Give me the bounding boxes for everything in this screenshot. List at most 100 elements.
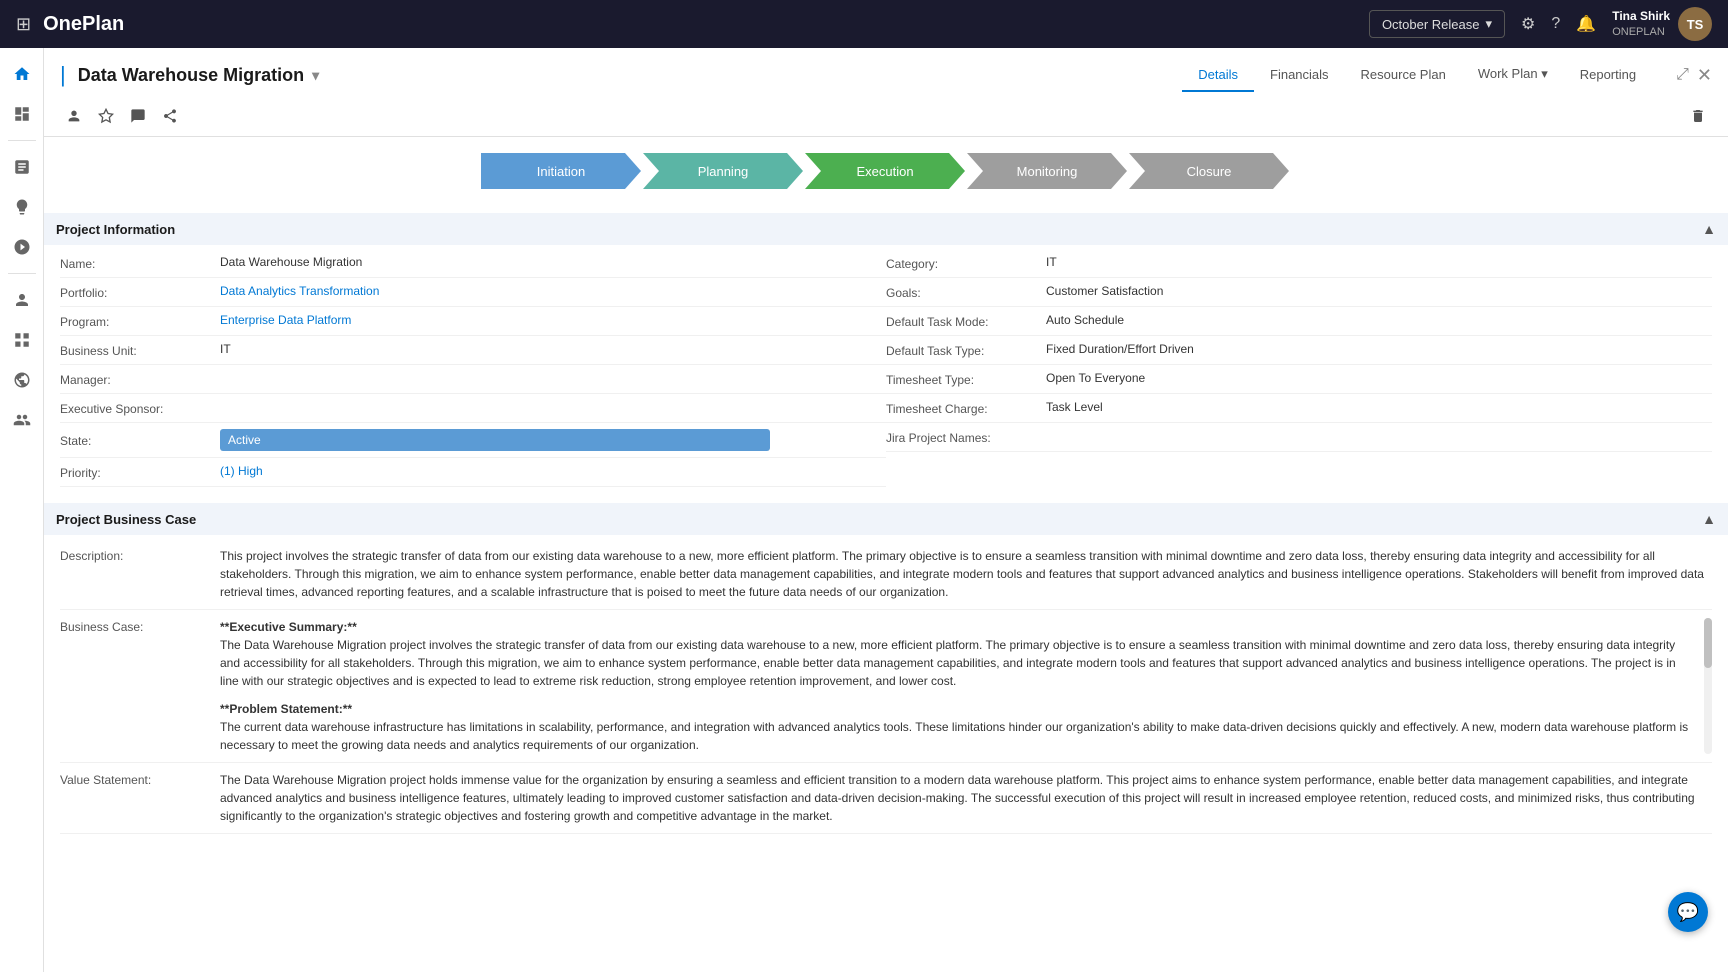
stage-closure-label: Closure (1187, 164, 1232, 179)
field-manager-label: Manager: (60, 371, 220, 387)
toolbar-share-icon[interactable] (156, 102, 184, 130)
business-case-scroll-thumb (1704, 618, 1712, 668)
field-value-statement-label: Value Statement: (60, 771, 220, 787)
notification-bell-icon[interactable]: 🔔 (1576, 14, 1596, 34)
field-default-task-mode-value: Auto Schedule (1046, 313, 1124, 327)
sidebar-item-home[interactable] (4, 56, 40, 92)
field-default-task-type: Default Task Type: Fixed Duration/Effort… (886, 336, 1712, 365)
sidebar-item-globe[interactable] (4, 362, 40, 398)
user-name-area: Tina Shirk ONEPLAN (1612, 9, 1670, 39)
sidebar-item-grid[interactable] (4, 322, 40, 358)
section-collapse-icon: ▲ (1702, 221, 1716, 237)
business-case-scrollbar[interactable] (1704, 618, 1712, 754)
stages-bar: Initiation Planning Execution Monitoring… (44, 137, 1728, 201)
field-description-value: This project involves the strategic tran… (220, 547, 1712, 601)
field-category-label: Category: (886, 255, 1046, 271)
user-area: Tina Shirk ONEPLAN TS (1612, 7, 1712, 41)
release-label: October Release (1382, 17, 1480, 32)
page-title: Data Warehouse Migration (78, 65, 304, 86)
toolbar-star-icon[interactable] (92, 102, 120, 130)
state-badge[interactable]: Active (220, 429, 770, 451)
release-button[interactable]: October Release ▾ (1369, 10, 1505, 38)
section-project-information[interactable]: Project Information ▲ (44, 213, 1728, 245)
field-name-label: Name: (60, 255, 220, 271)
field-portfolio-value[interactable]: Data Analytics Transformation (220, 284, 379, 298)
toolbar-comment-icon[interactable] (124, 102, 152, 130)
section-business-case-collapse-icon: ▲ (1702, 511, 1716, 527)
content-header: | Data Warehouse Migration ▾ Details Fin… (44, 48, 1728, 137)
field-program: Program: Enterprise Data Platform (60, 307, 886, 336)
sidebar (0, 48, 44, 972)
business-case-exec-summary-heading: **Executive Summary:** (220, 618, 1696, 636)
tab-financials[interactable]: Financials (1254, 59, 1345, 92)
field-business-case-value: **Executive Summary:** The Data Warehous… (220, 618, 1712, 754)
top-bar: ⊞ OnePlan October Release ▾ ⚙ ? 🔔 Tina S… (0, 0, 1728, 48)
user-full-name: Tina Shirk (1612, 9, 1670, 25)
tab-resource-plan[interactable]: Resource Plan (1345, 59, 1462, 92)
settings-icon[interactable]: ⚙ (1521, 14, 1535, 34)
close-icon[interactable]: ✕ (1697, 65, 1712, 86)
stage-planning[interactable]: Planning (643, 153, 803, 189)
field-timesheet-type-label: Timesheet Type: (886, 371, 1046, 387)
field-state: State: Active (60, 423, 886, 458)
tab-work-plan[interactable]: Work Plan ▾ (1462, 58, 1564, 92)
field-executive-sponsor-label: Executive Sponsor: (60, 400, 220, 416)
stage-execution[interactable]: Execution (805, 153, 965, 189)
field-priority: Priority: (1) High (60, 458, 886, 487)
sidebar-item-users[interactable] (4, 402, 40, 438)
field-default-task-type-value: Fixed Duration/Effort Driven (1046, 342, 1194, 356)
avatar[interactable]: TS (1678, 7, 1712, 41)
title-dropdown-icon[interactable]: ▾ (312, 67, 319, 84)
field-value-statement-value: The Data Warehouse Migration project hol… (220, 771, 1712, 825)
field-timesheet-charge-label: Timesheet Charge: (886, 400, 1046, 416)
business-case-problem-text: The current data warehouse infrastructur… (220, 718, 1696, 754)
field-timesheet-charge: Timesheet Charge: Task Level (886, 394, 1712, 423)
header-nav-tabs: Details Financials Resource Plan Work Pl… (1182, 58, 1652, 92)
field-business-case: Business Case: **Executive Summary:** Th… (60, 610, 1712, 763)
sidebar-item-pages[interactable] (4, 96, 40, 132)
field-goals: Goals: Customer Satisfaction (886, 278, 1712, 307)
field-goals-label: Goals: (886, 284, 1046, 300)
stage-execution-label: Execution (856, 164, 913, 179)
sidebar-item-person[interactable] (4, 282, 40, 318)
stage-monitoring[interactable]: Monitoring (967, 153, 1127, 189)
field-priority-value: (1) High (220, 464, 263, 478)
floating-action-button[interactable]: 💬 (1668, 892, 1708, 932)
field-timesheet-charge-value: Task Level (1046, 400, 1103, 414)
field-program-label: Program: (60, 313, 220, 329)
toolbar-delete-icon[interactable] (1684, 102, 1712, 130)
sidebar-item-analytics[interactable] (4, 149, 40, 185)
sidebar-separator-2 (8, 273, 36, 274)
field-priority-label: Priority: (60, 464, 220, 480)
apps-grid-icon[interactable]: ⊞ (16, 14, 31, 35)
field-default-task-mode: Default Task Mode: Auto Schedule (886, 307, 1712, 336)
help-icon[interactable]: ? (1551, 15, 1560, 33)
field-description-label: Description: (60, 547, 220, 563)
field-category: Category: IT (886, 249, 1712, 278)
fields-left-col: Name: Data Warehouse Migration Portfolio… (60, 249, 886, 487)
sidebar-item-lightbulb[interactable] (4, 189, 40, 225)
field-state-label: State: (60, 432, 220, 448)
expand-icon[interactable]: ⤢ (1676, 66, 1689, 84)
stage-planning-label: Planning (698, 164, 749, 179)
project-info-fields: Name: Data Warehouse Migration Portfolio… (60, 245, 1712, 487)
toolbar-person-icon[interactable] (60, 102, 88, 130)
field-program-value[interactable]: Enterprise Data Platform (220, 313, 351, 327)
close-area: Details Financials Resource Plan Work Pl… (1182, 58, 1712, 92)
content-area: | Data Warehouse Migration ▾ Details Fin… (44, 48, 1728, 972)
stage-closure[interactable]: Closure (1129, 153, 1289, 189)
tab-details[interactable]: Details (1182, 59, 1254, 92)
field-business-case-label: Business Case: (60, 618, 220, 634)
field-name-value: Data Warehouse Migration (220, 255, 362, 269)
user-org: ONEPLAN (1612, 25, 1670, 39)
sidebar-item-target[interactable] (4, 229, 40, 265)
stage-initiation-label: Initiation (537, 164, 585, 179)
main-layout: | Data Warehouse Migration ▾ Details Fin… (0, 48, 1728, 972)
scrollable-content: Project Information ▲ Name: Data Warehou… (44, 201, 1728, 972)
stage-initiation[interactable]: Initiation (481, 153, 641, 189)
section-business-case[interactable]: Project Business Case ▲ (44, 503, 1728, 535)
header-top: | Data Warehouse Migration ▾ Details Fin… (60, 48, 1712, 96)
release-dropdown-icon: ▾ (1486, 16, 1493, 32)
tab-reporting[interactable]: Reporting (1564, 59, 1652, 92)
sidebar-separator-1 (8, 140, 36, 141)
